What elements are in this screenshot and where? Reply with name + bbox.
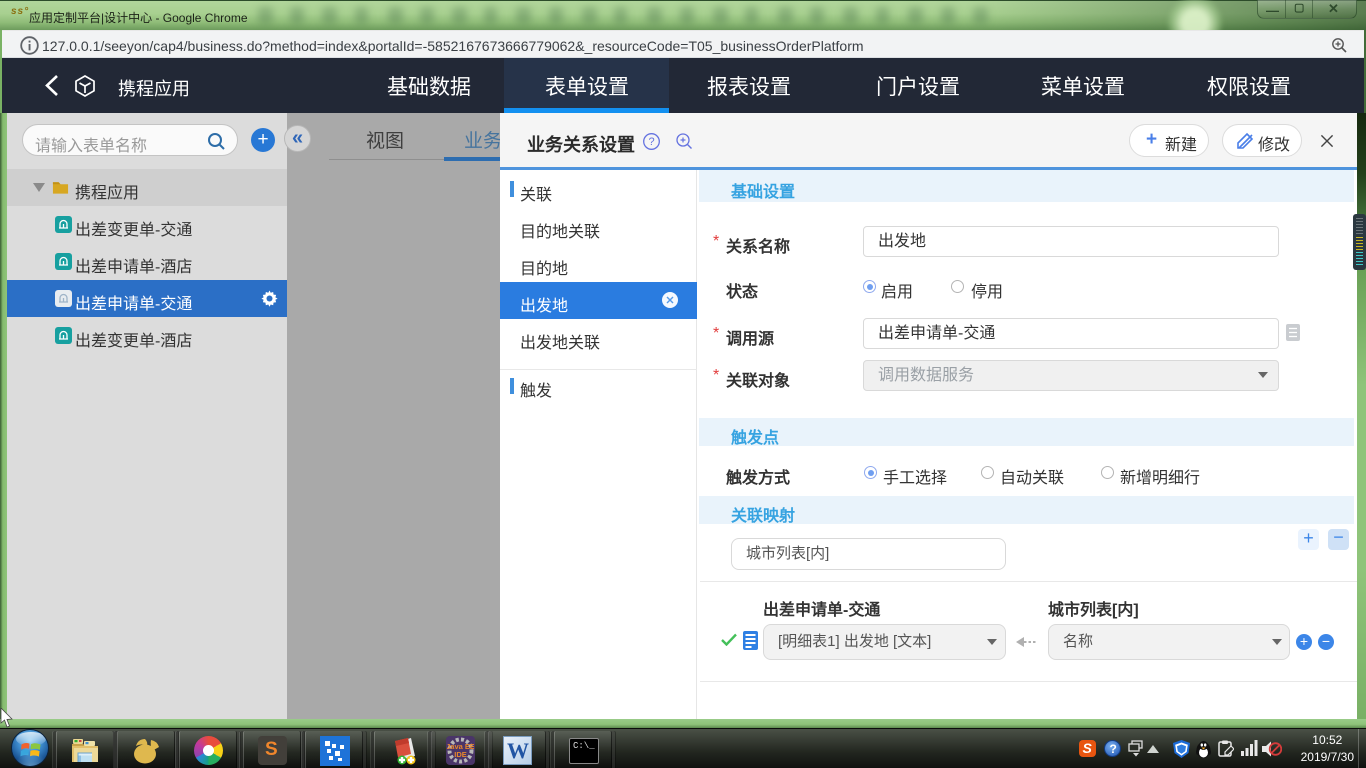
svg-text:?: ? <box>648 136 654 148</box>
svg-text:IDE: IDE <box>454 750 467 759</box>
